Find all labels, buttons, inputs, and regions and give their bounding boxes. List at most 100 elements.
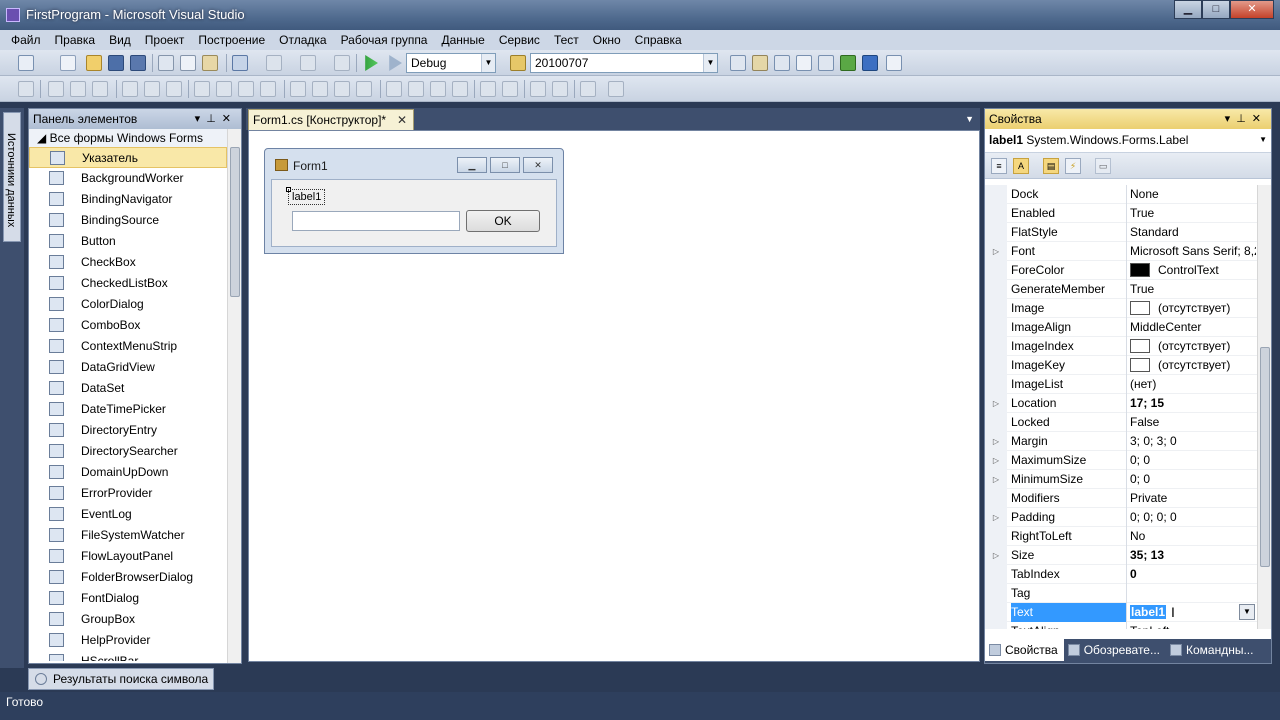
start-without-debugging-icon[interactable] [389,55,402,71]
menu-tools[interactable]: Сервис [492,30,547,50]
toolbox-item[interactable]: BindingNavigator [29,189,227,210]
paste-icon[interactable] [202,55,218,71]
decrease-vspacing-icon[interactable] [430,81,446,97]
property-row[interactable]: FlatStyle Standard [985,223,1257,242]
close-button[interactable]: ✕ [1230,0,1274,19]
scrollbar-thumb[interactable] [230,147,240,297]
property-value[interactable]: Private [1130,489,1256,508]
extension-manager-icon[interactable] [862,55,878,71]
class-view-icon[interactable] [796,55,812,71]
dropdown-button[interactable]: ▼ [1239,604,1255,620]
property-value[interactable]: 0 [1130,565,1256,584]
toolbox-item[interactable]: HelpProvider [29,630,227,651]
make-same-width-icon[interactable] [194,81,210,97]
menu-test[interactable]: Тест [547,30,586,50]
toolbox-item[interactable]: DateTimePicker [29,399,227,420]
property-row[interactable]: ImageKey (отсутствует) [985,356,1257,375]
tab-properties[interactable]: Свойства [985,639,1064,661]
find-in-files-icon[interactable] [510,55,526,71]
pin-icon[interactable]: ⊥ [206,113,222,125]
find-combo[interactable]: 20100707 ▼ [530,53,718,73]
property-row[interactable]: TextAlignTopLeft [985,622,1257,629]
form1-client-area[interactable]: label1 OK [271,179,557,247]
align-tops-icon[interactable] [122,81,138,97]
save-icon[interactable] [108,55,124,71]
navigate-forward-icon[interactable] [334,55,350,71]
align-bottoms-icon[interactable] [166,81,182,97]
vertical-spacing-icon[interactable] [386,81,402,97]
property-value[interactable]: TopLeft [1130,622,1256,629]
maximize-button[interactable]: □ [1202,0,1230,19]
property-value[interactable]: Standard [1130,223,1256,242]
property-row[interactable]: ImageIndex (отсутствует) [985,337,1257,356]
window-position-icon[interactable]: ▾ [1225,113,1237,125]
send-to-back-icon[interactable] [552,81,568,97]
expand-triangle-icon[interactable]: ▷ [985,394,1007,413]
toolbox-item[interactable]: DirectorySearcher [29,441,227,462]
remove-vspacing-icon[interactable] [452,81,468,97]
property-row[interactable]: Tag [985,584,1257,603]
close-icon[interactable]: ✕ [397,110,407,130]
property-row[interactable]: Image (отсутствует) [985,299,1257,318]
toolbox-item[interactable]: ErrorProvider [29,483,227,504]
property-row[interactable]: ForeColor ControlText [985,261,1257,280]
property-grid-scrollbar[interactable] [1257,185,1271,629]
property-value[interactable]: MiddleCenter [1130,318,1256,337]
toolbox-item[interactable]: DataGridView [29,357,227,378]
property-row[interactable]: Enabled True [985,204,1257,223]
scrollbar-thumb[interactable] [1260,347,1270,567]
property-value[interactable]: None [1130,185,1256,204]
bring-to-front-icon[interactable] [530,81,546,97]
property-value[interactable] [1130,584,1256,603]
close-icon[interactable]: ✕ [1252,113,1267,125]
window-position-icon[interactable]: ▾ [195,113,207,125]
size-to-grid-icon[interactable] [216,81,232,97]
toolbox-item[interactable]: FontDialog [29,588,227,609]
property-pages-icon[interactable]: ▭ [1095,158,1111,174]
property-value[interactable]: (отсутствует) [1130,337,1256,356]
menu-build[interactable]: Построение [191,30,272,50]
toolbox-item[interactable]: DataSet [29,378,227,399]
symbol-search-results-tab[interactable]: Результаты поиска символа [28,668,214,690]
close-icon[interactable]: ✕ [222,113,237,125]
property-value[interactable]: 17; 15 [1130,394,1256,413]
categorized-icon[interactable]: ≡ [991,158,1007,174]
alphabetical-icon[interactable]: A [1013,158,1029,174]
toolbox-item[interactable]: FileSystemWatcher [29,525,227,546]
menu-project[interactable]: Проект [138,30,192,50]
minimize-button[interactable]: ▁ [1174,0,1202,19]
add-item-icon[interactable] [60,55,76,71]
menu-edit[interactable]: Правка [48,30,103,50]
toolbox-item[interactable]: BindingSource [29,210,227,231]
center-vertically-icon[interactable] [502,81,518,97]
toolbox-item[interactable]: HScrollBar [29,651,227,661]
property-row[interactable]: GenerateMember True [985,280,1257,299]
increase-hspacing-icon[interactable] [312,81,328,97]
align-rights-icon[interactable] [92,81,108,97]
horizontal-spacing-icon[interactable] [290,81,306,97]
form1-window[interactable]: Form1 ▁ □ ✕ label1 OK [264,148,564,254]
toolbox-item[interactable]: GroupBox [29,609,227,630]
textbox-control[interactable] [292,211,460,231]
property-row[interactable]: ▷ Location 17; 15 [985,394,1257,413]
label1-control[interactable]: label1 [288,189,326,205]
pin-icon[interactable]: ⊥ [1236,113,1252,125]
menu-view[interactable]: Вид [102,30,138,50]
property-row[interactable]: ImageList (нет) [985,375,1257,394]
property-value[interactable]: 0; 0 [1130,451,1256,470]
cut-icon[interactable] [158,55,174,71]
copy-icon[interactable] [180,55,196,71]
align-middles-icon[interactable] [144,81,160,97]
menu-file[interactable]: Файл [4,30,48,50]
toolbox-item[interactable]: BackgroundWorker [29,168,227,189]
align-centers-icon[interactable] [70,81,86,97]
properties-window-icon[interactable] [752,55,768,71]
lock-controls-icon[interactable] [608,81,624,97]
new-project-icon[interactable] [18,55,34,71]
center-horizontally-icon[interactable] [480,81,496,97]
properties-view-icon[interactable]: ▤ [1043,158,1059,174]
property-row[interactable]: ▷ MinimumSize 0; 0 [985,470,1257,489]
toolbox-item[interactable]: ContextMenuStrip [29,336,227,357]
property-row[interactable]: Locked False [985,413,1257,432]
menu-window[interactable]: Окно [586,30,628,50]
